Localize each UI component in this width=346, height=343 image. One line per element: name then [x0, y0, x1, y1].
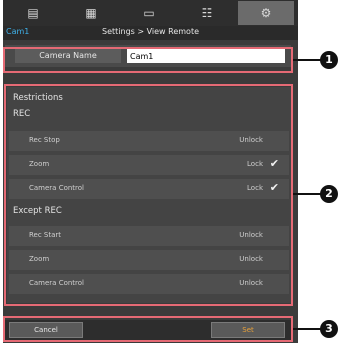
network-icon: ☷ — [201, 6, 213, 20]
callout-1: 1 — [320, 51, 338, 69]
callout-2: 2 — [320, 185, 338, 203]
callout-line-2 — [293, 193, 321, 195]
tab-settings[interactable]: ⚙ — [238, 1, 294, 25]
callout-3: 3 — [320, 320, 338, 338]
callout-line-3 — [293, 328, 321, 330]
tab-bar: ▤ ▦ ▭ ☷ ⚙ — [3, 0, 298, 26]
callout-line-1 — [293, 59, 321, 61]
settings-gear-icon: ⚙ — [260, 6, 272, 20]
tab-monitor[interactable]: ▭ — [121, 1, 177, 25]
clip-edit-icon: ▤ — [27, 6, 39, 20]
highlight-box-3 — [3, 316, 293, 342]
tab-network[interactable]: ☷ — [179, 1, 235, 25]
highlight-box-1 — [3, 47, 293, 73]
page-title: Settings > View Remote — [102, 27, 199, 36]
title-row: Cam1 Settings > View Remote — [3, 26, 298, 40]
tab-clip-edit[interactable]: ▤ — [5, 1, 61, 25]
tab-metadata[interactable]: ▦ — [63, 1, 119, 25]
highlight-box-2 — [4, 84, 293, 306]
metadata-icon: ▦ — [85, 6, 97, 20]
monitor-icon: ▭ — [143, 6, 155, 20]
